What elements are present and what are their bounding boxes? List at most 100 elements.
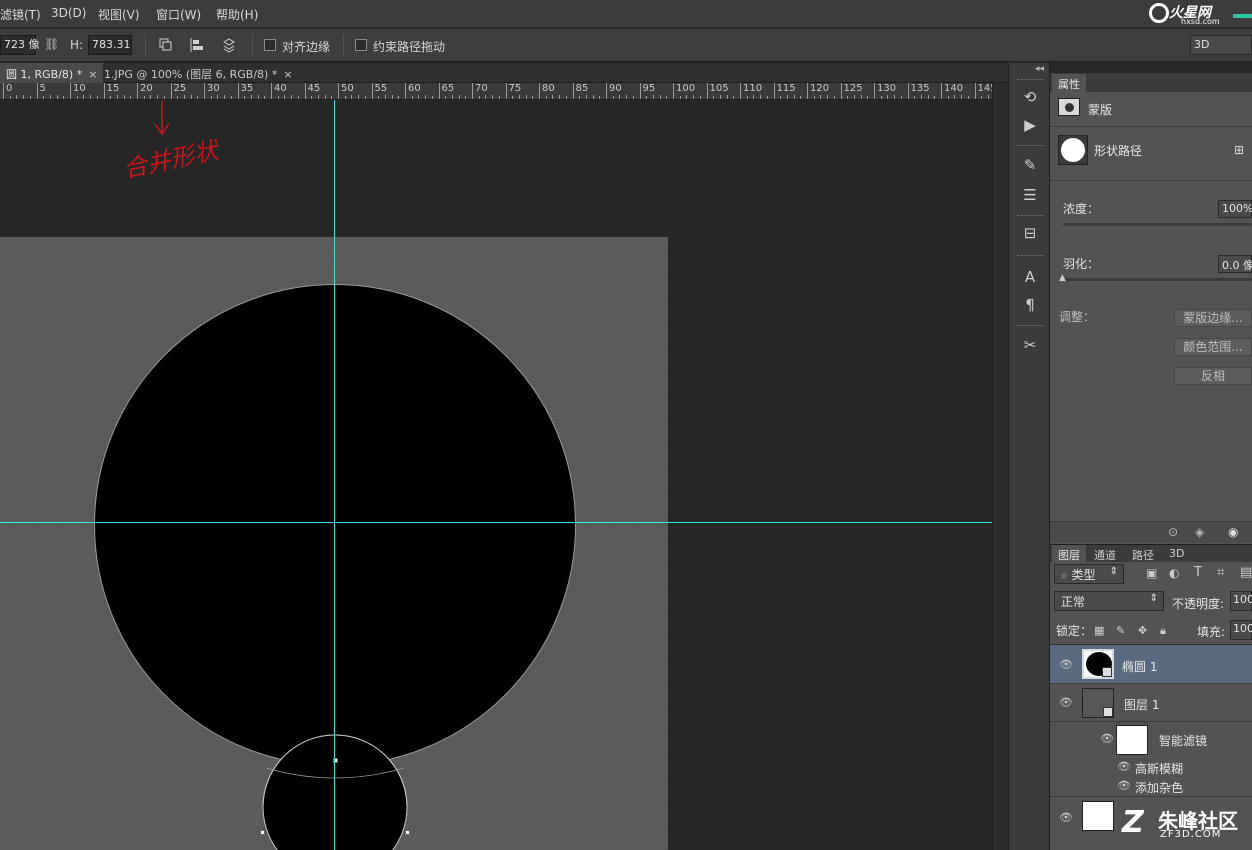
ruler-minor-tick xyxy=(914,96,916,99)
ruler-minor-tick xyxy=(532,96,534,99)
layer-name[interactable]: 智能滤镜 xyxy=(1159,732,1207,749)
ruler-minor-tick xyxy=(123,95,125,99)
close-icon[interactable]: × xyxy=(88,68,97,81)
invert-button[interactable]: 反相 xyxy=(1174,367,1252,385)
layer-name[interactable]: 椭圆 1 xyxy=(1122,658,1157,675)
density-label: 浓度： xyxy=(1063,202,1100,216)
menu-filter[interactable]: 滤镜(T) xyxy=(0,6,41,23)
collapse-icon[interactable]: ◂◂ xyxy=(1035,64,1044,74)
feather-slider-handle[interactable]: ▲ xyxy=(1059,273,1066,283)
visibility-eye-icon[interactable]: 👁︎ xyxy=(1059,697,1073,708)
selection-icon[interactable]: ⊙ xyxy=(1168,525,1178,539)
character-icon[interactable]: A xyxy=(1020,267,1040,287)
layer-row-ellipse[interactable]: 👁︎ 椭圆 1 xyxy=(1050,645,1252,684)
shape-filter-icon[interactable]: ⌗ xyxy=(1217,565,1224,580)
shape-path-label: 形状路径 xyxy=(1094,144,1143,158)
ruler-minor-tick xyxy=(291,95,293,99)
menu-help[interactable]: 帮助(H) xyxy=(216,6,258,23)
vertical-scrollbar[interactable] xyxy=(992,83,1008,850)
brush-presets-icon[interactable]: ✎ xyxy=(1020,155,1040,175)
tool-presets-icon[interactable]: ✂ xyxy=(1020,335,1040,355)
blend-mode-dropdown[interactable]: 正常 ⇕ xyxy=(1054,591,1164,611)
layer-thumbnail xyxy=(1082,801,1114,831)
actions-play-icon[interactable]: ▶ xyxy=(1020,115,1040,135)
workspace-select[interactable]: 3D xyxy=(1190,35,1252,55)
ruler-minor-tick xyxy=(177,96,179,99)
width-field[interactable]: 723 像 xyxy=(0,35,40,55)
ruler-tick xyxy=(36,83,38,99)
path-arrangement-icon[interactable] xyxy=(218,34,240,56)
apply-mask-icon[interactable]: ◈ xyxy=(1195,525,1204,539)
mask-edge-button[interactable]: 蒙版边缘... xyxy=(1174,309,1252,327)
type-filter-icon[interactable]: T xyxy=(1194,565,1202,580)
path-operations-icon[interactable] xyxy=(155,34,177,56)
canvas-area[interactable]: 合并形状 xyxy=(0,100,992,850)
ruler-minor-tick xyxy=(559,95,561,99)
ruler-minor-tick xyxy=(693,95,695,99)
layer-row-layer1[interactable]: 👁︎ 图层 1 xyxy=(1050,684,1252,722)
lock-pixels-icon[interactable]: ✎ xyxy=(1116,624,1125,637)
adjustment-filter-icon[interactable]: ◐ xyxy=(1169,566,1179,580)
horizontal-guide[interactable] xyxy=(0,522,992,523)
filter-name[interactable]: 添加杂色 xyxy=(1135,779,1183,796)
ruler-label: 40 xyxy=(274,83,287,94)
tab-layers[interactable]: 图层 xyxy=(1052,545,1086,563)
adjustments-icon[interactable]: ☰ xyxy=(1020,185,1040,205)
menu-window[interactable]: 窗口(W) xyxy=(156,6,201,23)
density-slider[interactable] xyxy=(1063,223,1252,226)
feather-field[interactable]: 0.0 像 xyxy=(1218,255,1252,273)
anchor-point-left[interactable] xyxy=(260,830,265,835)
horizontal-ruler[interactable]: 0 5 10 15 20 25 30 35 40 45 50 55 60 65 70 75 80 85 90 95 10… xyxy=(0,83,992,100)
ruler-minor-tick xyxy=(585,95,587,99)
fill-field[interactable]: 100 xyxy=(1230,620,1252,640)
constrain-path-checkbox[interactable] xyxy=(355,39,367,51)
filter-kind-dropdown[interactable]: ⌕ 类型 ⇕ xyxy=(1054,564,1124,584)
tab-3d[interactable]: 3D xyxy=(1163,545,1190,563)
lock-label: 锁定： xyxy=(1056,624,1093,638)
density-field[interactable]: 100% xyxy=(1218,200,1252,218)
visibility-eye-icon[interactable]: 👁︎ xyxy=(1059,812,1073,823)
color-range-button[interactable]: 颜色范围... xyxy=(1174,338,1252,356)
tab-properties[interactable]: 属性 xyxy=(1052,74,1086,92)
layer-comps-icon[interactable]: ⊟ xyxy=(1020,223,1040,243)
feather-slider[interactable] xyxy=(1063,278,1252,281)
anchor-point-right[interactable] xyxy=(405,830,410,835)
link-icon[interactable]: ⛓ xyxy=(44,37,59,51)
menu-view[interactable]: 视图(V) xyxy=(98,6,140,23)
vertical-guide[interactable] xyxy=(334,100,335,850)
visibility-eye-icon[interactable]: 👁︎ xyxy=(1117,761,1131,772)
lock-position-icon[interactable]: ✥ xyxy=(1138,624,1147,637)
filter-row-noise[interactable]: 👁︎ 添加杂色 xyxy=(1050,777,1252,797)
lock-all-icon[interactable]: 🔒︎ xyxy=(1160,624,1166,638)
paragraph-icon[interactable]: ¶ xyxy=(1020,295,1040,315)
smart-filters-row[interactable]: 👁︎ 智能滤镜 xyxy=(1050,722,1252,757)
tab-channels[interactable]: 通道 xyxy=(1088,545,1122,563)
ruler-minor-tick xyxy=(331,96,333,99)
pixel-filter-icon[interactable]: ▣ xyxy=(1146,566,1157,580)
visibility-eye-icon[interactable]: 👁︎ xyxy=(1117,780,1131,791)
divider xyxy=(145,34,146,56)
menu-3d[interactable]: 3D(D) xyxy=(51,6,86,20)
layer-name[interactable]: 图层 1 xyxy=(1124,696,1159,713)
ruler-tick xyxy=(304,83,306,99)
tab-ellipse-doc[interactable]: 圆 1, RGB/8) * × xyxy=(0,63,104,83)
lock-transparency-icon[interactable]: ▦ xyxy=(1094,624,1104,637)
height-field[interactable]: 783.31 xyxy=(88,35,132,55)
visibility-eye-icon[interactable]: 👁︎ xyxy=(1059,659,1073,670)
align-edges-checkbox[interactable] xyxy=(264,39,276,51)
opacity-field[interactable]: 100 xyxy=(1230,591,1252,611)
close-icon[interactable]: × xyxy=(283,68,292,81)
tab-paths[interactable]: 路径 xyxy=(1126,545,1160,563)
visibility-eye-icon[interactable]: ◉ xyxy=(1228,525,1238,539)
add-mask-icon[interactable]: ⊞ xyxy=(1234,143,1244,157)
filter-row-gaussian[interactable]: 👁︎ 高斯模糊 xyxy=(1050,758,1252,777)
history-icon[interactable]: ⟲ xyxy=(1020,87,1040,107)
visibility-eye-icon[interactable]: 👁︎ xyxy=(1100,733,1114,744)
smart-object-filter-icon[interactable]: ▤ xyxy=(1240,565,1252,580)
ruler-label: 105 xyxy=(709,83,729,94)
path-alignment-icon[interactable] xyxy=(186,34,208,56)
ruler-tick xyxy=(271,83,272,99)
ruler-tick xyxy=(706,83,708,99)
filter-name[interactable]: 高斯模糊 xyxy=(1135,760,1183,777)
tab-jpg-doc[interactable]: 1.JPG @ 100% (图层 6, RGB/8) * × xyxy=(98,63,299,83)
